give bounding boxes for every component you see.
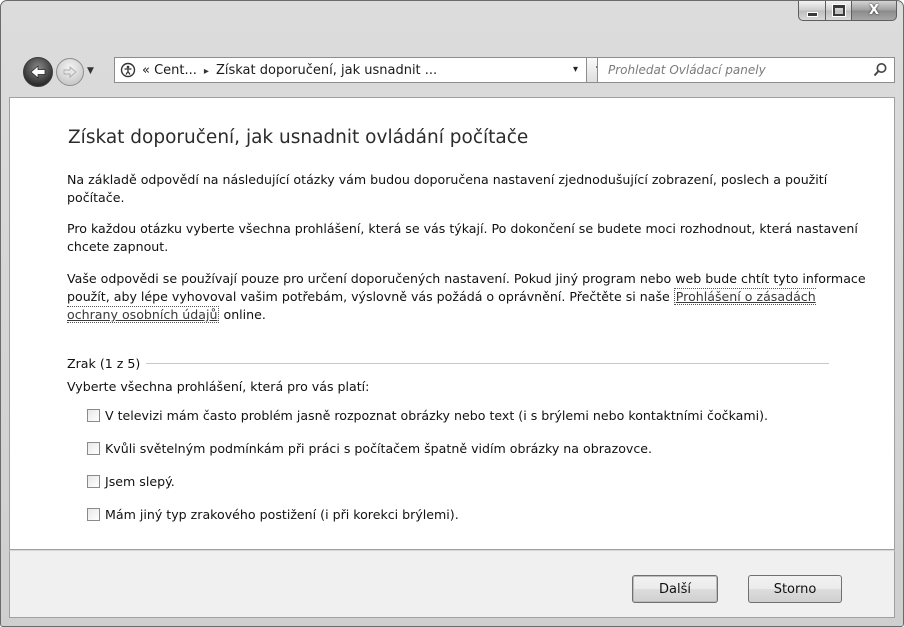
checkbox-label[interactable]: Mám jiný typ zrakového postižení (i při … — [105, 507, 459, 522]
breadcrumb: « Cent... ▸ Získat doporučení, jak usnadni… — [142, 63, 437, 78]
close-button[interactable]: X — [852, 1, 897, 21]
minimize-icon — [806, 11, 818, 17]
checkbox-label[interactable]: Kvůli světelným podmínkám při práci s po… — [105, 441, 652, 456]
intro-paragraph-3: Vaše odpovědi se používají pouze pro urč… — [67, 270, 867, 324]
back-arrow-icon — [30, 65, 46, 79]
breadcrumb-prefix[interactable]: « — [142, 63, 150, 78]
section-divider — [146, 362, 829, 364]
cancel-button[interactable]: Storno — [748, 575, 842, 603]
close-icon: X — [868, 3, 880, 18]
page-title: Získat doporučení, jak usnadnit ovládání… — [68, 127, 529, 148]
section-label: Zrak (1 z 5) — [67, 355, 141, 371]
ease-of-access-icon — [120, 62, 136, 78]
checkbox-row-lighting[interactable]: Kvůli světelným podmínkám při práci s po… — [87, 441, 652, 456]
maximize-icon — [832, 5, 845, 16]
instruction-text: Vyberte všechna prohlášení, která pro vá… — [67, 379, 370, 394]
main-content: Získat doporučení, jak usnadnit ovládání… — [9, 97, 895, 550]
forward-arrow-icon — [63, 66, 77, 78]
forward-button[interactable] — [56, 58, 84, 86]
checkbox-row-tv[interactable]: V televizi mám často problém jasně rozpo… — [87, 408, 768, 423]
privacy-text-after: online. — [219, 307, 266, 322]
address-bar[interactable]: « Cent... ▸ Získat doporučení, jak usnadni… — [114, 57, 587, 83]
checkbox-label[interactable]: V televizi mám často problém jasně rozpo… — [105, 408, 768, 423]
checkbox-row-blind[interactable]: Jsem slepý. — [87, 474, 175, 489]
button-bar: Další Storno — [9, 550, 895, 618]
search-icon[interactable] — [873, 62, 888, 77]
minimize-button[interactable] — [798, 1, 826, 21]
breadcrumb-current[interactable]: Získat doporučení, jak usnadnit ... — [216, 63, 437, 78]
checkbox-label[interactable]: Jsem slepý. — [105, 474, 175, 489]
back-button[interactable] — [23, 57, 53, 87]
breadcrumb-separator[interactable]: ▸ — [204, 66, 209, 77]
checkbox-row-other[interactable]: Mám jiný typ zrakového postižení (i při … — [87, 507, 459, 522]
window-controls: X — [798, 1, 897, 21]
next-button[interactable]: Další — [632, 575, 718, 603]
section-header-vision: Zrak (1 z 5) — [67, 354, 829, 372]
control-panel-window: X ▼ « Cent... ▸ Získat doporučení, jak usn… — [0, 0, 904, 627]
intro-paragraph-1: Na základě odpovědí na následující otázk… — [67, 172, 828, 205]
address-dropdown-icon[interactable]: ▾ — [573, 64, 578, 75]
checkbox-lighting[interactable] — [87, 442, 100, 455]
search-box[interactable]: Prohledat Ovládací panely — [597, 57, 895, 83]
chevron-down-icon: ▼ — [87, 66, 94, 76]
checkbox-blind[interactable] — [87, 475, 100, 488]
breadcrumb-control-panel[interactable]: Cent... — [154, 63, 197, 78]
history-dropdown-button[interactable]: ▼ — [87, 66, 94, 76]
checkbox-tv[interactable] — [87, 409, 100, 422]
search-input[interactable]: Prohledat Ovládací panely — [608, 63, 766, 77]
intro-paragraph-2: Pro každou otázku vyberte všechna prohlá… — [67, 221, 858, 254]
maximize-button[interactable] — [826, 1, 852, 21]
checkbox-other[interactable] — [87, 508, 100, 521]
